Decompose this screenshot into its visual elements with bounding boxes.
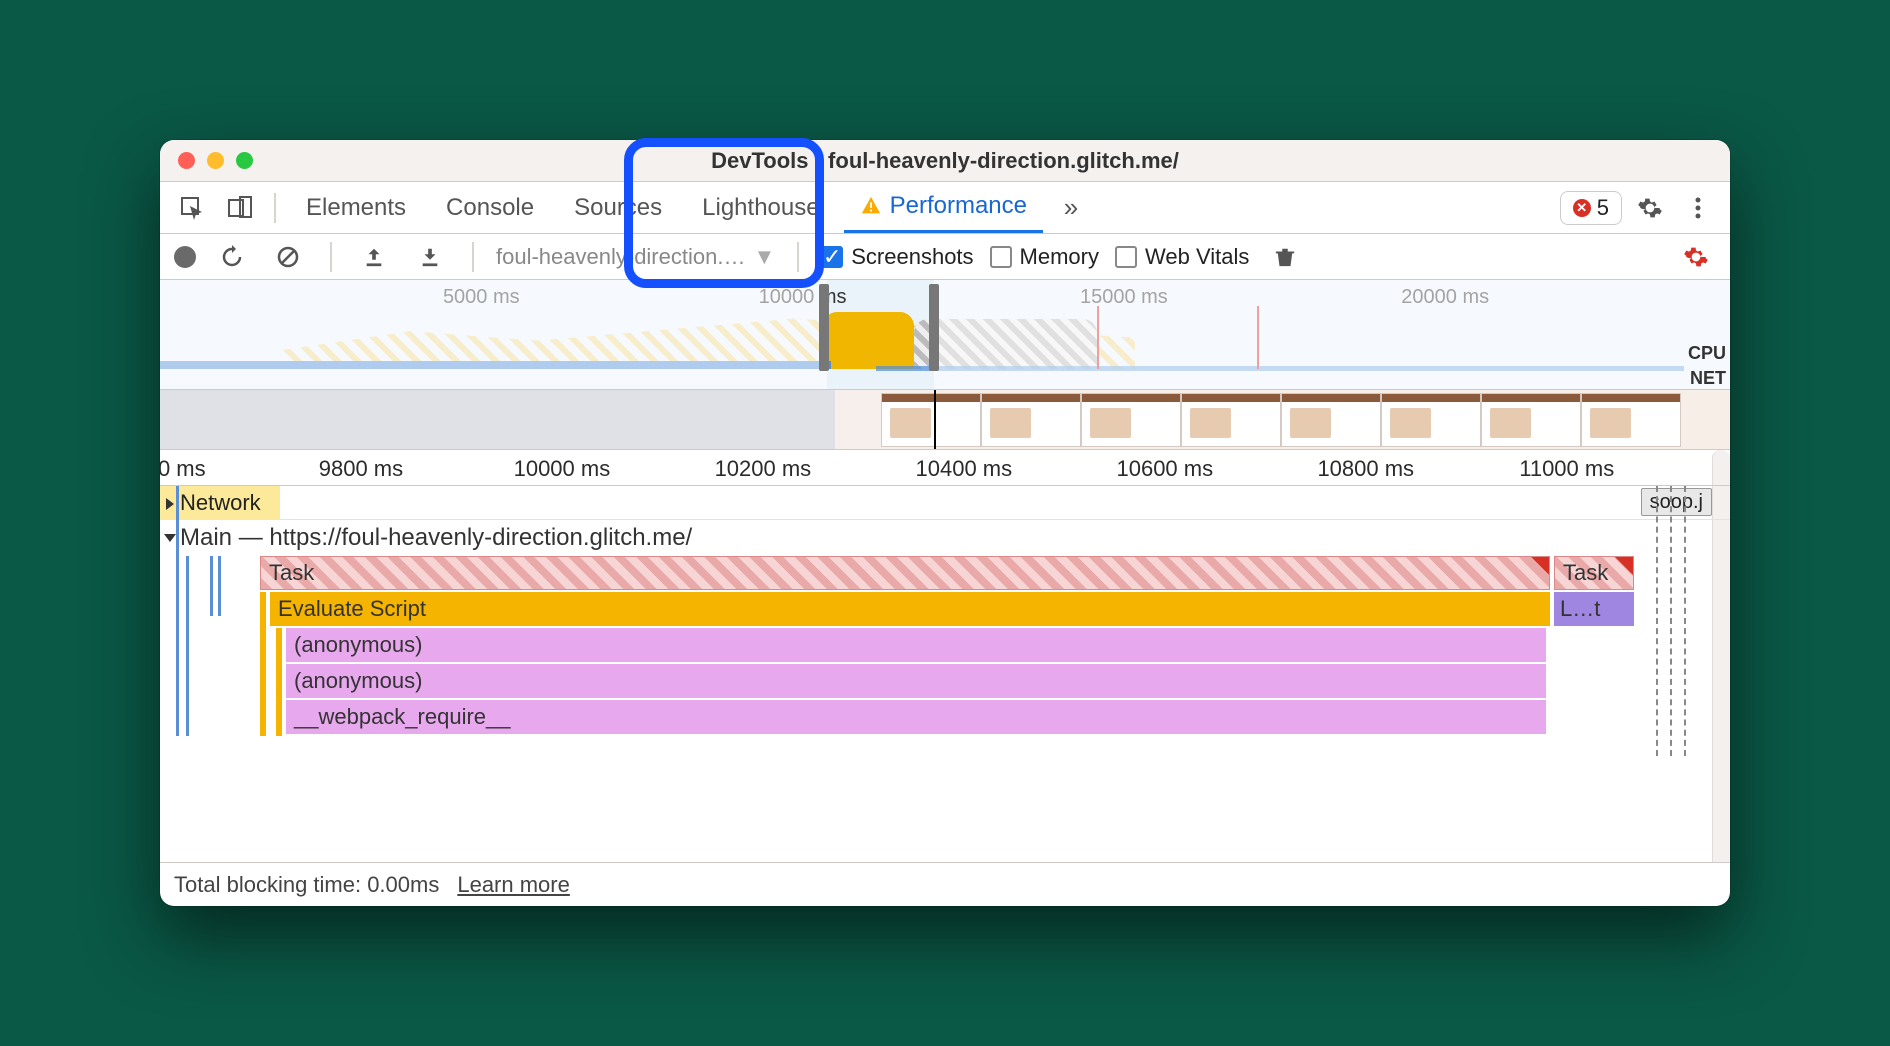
download-icon[interactable]	[410, 237, 450, 277]
inspect-icon[interactable]	[172, 188, 212, 228]
kebab-menu-icon[interactable]	[1678, 188, 1718, 228]
more-tabs-icon[interactable]: »	[1051, 188, 1091, 228]
screenshots-strip[interactable]	[160, 390, 1730, 450]
overview-label-cpu: CPU	[1680, 343, 1726, 364]
frame-anonymous[interactable]: (anonymous)	[286, 628, 1546, 662]
tab-console[interactable]: Console	[430, 182, 550, 233]
titlebar: DevTools - foul-heavenly-direction.glitc…	[160, 140, 1730, 182]
close-button[interactable]	[178, 152, 195, 169]
error-count-badge[interactable]: ✕5	[1560, 191, 1622, 225]
network-track-header[interactable]: Network soop.j	[160, 486, 1730, 520]
warning-icon	[860, 195, 882, 217]
frame-layout[interactable]: L…t	[1554, 592, 1634, 626]
perf-toolbar: foul-heavenly-direction.…▼ ✓Screenshots …	[160, 234, 1730, 280]
minimize-button[interactable]	[207, 152, 224, 169]
frame-evaluate-script[interactable]: Evaluate Script	[270, 592, 1550, 626]
trash-icon[interactable]	[1265, 237, 1305, 277]
learn-more-link[interactable]: Learn more	[457, 872, 570, 898]
screenshots-checkbox[interactable]: ✓Screenshots	[821, 244, 973, 270]
frame-task[interactable]: Task	[1554, 556, 1634, 590]
scrollbar-v[interactable]	[1712, 450, 1730, 485]
overview-label-net: NET	[1680, 368, 1726, 389]
tab-elements[interactable]: Elements	[290, 182, 422, 233]
frame-anonymous[interactable]: (anonymous)	[286, 664, 1546, 698]
record-button[interactable]	[174, 246, 196, 268]
window-title: DevTools - foul-heavenly-direction.glitc…	[711, 148, 1179, 174]
main-track-header[interactable]: Main — https://foul-heavenly-direction.g…	[160, 520, 1730, 556]
webvitals-checkbox[interactable]: Web Vitals	[1115, 244, 1249, 270]
upload-icon[interactable]	[354, 237, 394, 277]
flame-chart[interactable]: Network soop.j Main — https://foul-heave…	[160, 486, 1730, 862]
settings-icon[interactable]	[1630, 188, 1670, 228]
panel-tabs: Elements Console Sources Lighthouse Perf…	[160, 182, 1730, 234]
reload-record-icon[interactable]	[212, 237, 252, 277]
timeline-ruler[interactable]: 00 ms 9800 ms 10000 ms 10200 ms 10400 ms…	[160, 450, 1730, 486]
overview-pane[interactable]: 5000 ms 10000 ms 15000 ms 20000 ms CPU N…	[160, 280, 1730, 390]
network-file-pill[interactable]: soop.j	[1641, 488, 1712, 516]
memory-checkbox[interactable]: Memory	[990, 244, 1099, 270]
tab-performance[interactable]: Performance	[844, 182, 1043, 233]
frame-webpack-require[interactable]: __webpack_require__	[286, 700, 1546, 734]
tab-lighthouse[interactable]: Lighthouse	[686, 182, 835, 233]
tbt-label: Total blocking time: 0.00ms	[174, 872, 439, 898]
device-toggle-icon[interactable]	[220, 188, 260, 228]
frame-task[interactable]: Task	[260, 556, 1550, 590]
perf-footer: Total blocking time: 0.00ms Learn more	[160, 862, 1730, 906]
target-select[interactable]: foul-heavenly-direction.…▼	[496, 244, 775, 270]
devtools-window: DevTools - foul-heavenly-direction.glitc…	[160, 140, 1730, 906]
clear-icon[interactable]	[268, 237, 308, 277]
capture-settings-icon[interactable]	[1676, 237, 1716, 277]
tab-sources[interactable]: Sources	[558, 182, 678, 233]
maximize-button[interactable]	[236, 152, 253, 169]
